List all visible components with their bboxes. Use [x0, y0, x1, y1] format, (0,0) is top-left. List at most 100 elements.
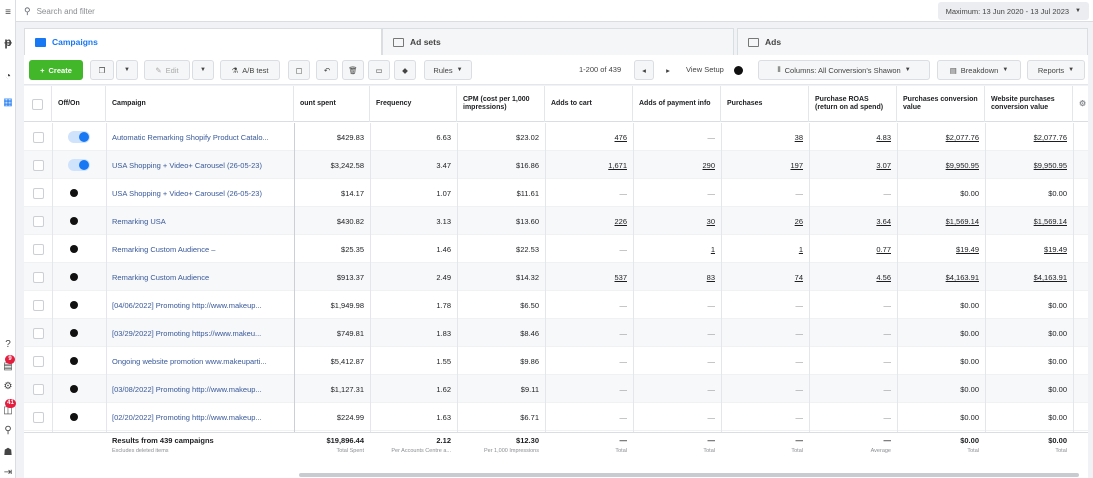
table-row[interactable]: [04/06/2022] Promoting http://www.makeup…	[24, 291, 1088, 319]
row-checkbox-cell[interactable]	[24, 347, 52, 375]
delete-button[interactable]: 🗑	[342, 60, 364, 80]
row-checkbox-cell[interactable]	[24, 263, 52, 291]
campaign-name-link[interactable]: Automatic Remarking Shopify Product Cata…	[106, 123, 294, 151]
campaign-name-link[interactable]: USA Shopping + Video+ Carousel (26-05-23…	[106, 179, 294, 207]
date-range-picker[interactable]: Maximum: 13 Jun 2020 - 13 Jul 2023 ▼	[937, 2, 1089, 20]
preview-button[interactable]: ▭	[368, 60, 390, 80]
checkbox[interactable]	[32, 299, 44, 311]
header-website-purchases-conversion-value[interactable]: Website purchases conversion value	[985, 86, 1073, 122]
campaign-name-link[interactable]: Remarking Custom Audience –	[106, 235, 294, 263]
column-settings-icon[interactable]: ⚙	[1073, 86, 1088, 122]
view-setup-toggle[interactable]	[734, 66, 743, 75]
campaign-on-off-toggle[interactable]	[68, 159, 90, 171]
checkbox[interactable]	[32, 355, 44, 367]
campaign-on-off-toggle[interactable]	[68, 187, 90, 199]
campaign-on-off-toggle[interactable]	[68, 299, 90, 311]
checkbox[interactable]	[32, 271, 44, 283]
ab-test-button[interactable]: ⚗ A/B test	[220, 60, 280, 80]
row-checkbox-cell[interactable]	[24, 375, 52, 403]
settings-icon[interactable]: ⚙	[2, 380, 14, 392]
campaign-on-off-toggle[interactable]	[68, 131, 90, 143]
campaign-on-off-toggle[interactable]	[68, 411, 90, 423]
campaign-name-link[interactable]: [04/06/2022] Promoting http://www.makeup…	[106, 291, 294, 319]
header-amount-spent[interactable]: ount spent	[294, 86, 370, 122]
table-row[interactable]: Remarking USA $430.82 3.13 $13.60 226 30 26 3.6…	[24, 207, 1088, 235]
delete-draft-button[interactable]: ▢	[288, 60, 310, 80]
row-checkbox-cell[interactable]	[24, 151, 52, 179]
menu-icon[interactable]: ≡	[2, 6, 14, 18]
checkbox[interactable]	[32, 98, 43, 110]
checkbox[interactable]	[32, 131, 44, 143]
tab-campaigns[interactable]: Campaigns	[24, 28, 382, 55]
campaign-name-link[interactable]: [03/29/2022] Promoting https://www.makeu…	[106, 319, 294, 347]
header-purchase-roas[interactable]: Purchase ROAS (return on ad spend)	[809, 86, 897, 122]
table-row[interactable]: Remarking Custom Audience – $25.35 1.46 $22…	[24, 235, 1088, 263]
next-page-button[interactable]: ▸	[658, 60, 678, 80]
row-checkbox-cell[interactable]	[24, 123, 52, 151]
header-off-on[interactable]: Off/On	[52, 86, 106, 122]
search-rail-icon[interactable]: ⚲	[2, 424, 14, 436]
table-row[interactable]: [03/29/2022] Promoting https://www.makeu…	[24, 319, 1088, 347]
header-adds-to-cart[interactable]: Adds to cart	[545, 86, 633, 122]
table-row[interactable]: Automatic Remarking Shopify Product Cata…	[24, 123, 1088, 151]
prev-page-button[interactable]: ◂	[634, 60, 654, 80]
row-checkbox-cell[interactable]	[24, 179, 52, 207]
campaign-on-off-toggle[interactable]	[68, 243, 90, 255]
reports-button[interactable]: Reports ▼	[1027, 60, 1085, 80]
table-row[interactable]: USA Shopping + Video+ Carousel (26-05-23…	[24, 179, 1088, 207]
campaign-name-link[interactable]: [03/08/2022] Promoting http://www.makeup…	[106, 375, 294, 403]
table-row[interactable]: [03/08/2022] Promoting http://www.makeup…	[24, 375, 1088, 403]
header-select-all[interactable]	[24, 86, 52, 122]
row-checkbox-cell[interactable]	[24, 207, 52, 235]
table-row[interactable]: Remarking Custom Audience $913.37 2.49 $14.…	[24, 263, 1088, 291]
campaign-name-link[interactable]: Remarking Custom Audience	[106, 263, 294, 291]
checkbox[interactable]	[32, 187, 44, 199]
campaign-on-off-toggle[interactable]	[68, 383, 90, 395]
create-button[interactable]: + Create	[29, 60, 83, 80]
row-checkbox-cell[interactable]	[24, 235, 52, 263]
table-row[interactable]: [02/20/2022] Promoting http://www.makeup…	[24, 403, 1088, 431]
tag-button[interactable]: ◆	[394, 60, 416, 80]
meta-logo-icon[interactable]: ᵽ	[2, 35, 14, 49]
checkbox[interactable]	[32, 243, 44, 255]
tab-ad-sets[interactable]: Ad sets	[382, 28, 734, 55]
checkbox[interactable]	[32, 159, 44, 171]
campaign-name-link[interactable]: USA Shopping + Video+ Carousel (26-05-23…	[106, 151, 294, 179]
table-row[interactable]: USA Shopping + Video+ Carousel (26-05-23…	[24, 151, 1088, 179]
row-checkbox-cell[interactable]	[24, 291, 52, 319]
sidebar-toggle-icon[interactable]: ⇥	[2, 466, 14, 478]
row-checkbox-cell[interactable]	[24, 403, 52, 431]
columns-button[interactable]: ⦀ Columns: All Conversion's Shawon ▼	[758, 60, 930, 80]
header-frequency[interactable]: Frequency	[370, 86, 457, 122]
help-icon[interactable]: ?	[2, 338, 14, 350]
header-cpm[interactable]: CPM (cost per 1,000 impressions)	[457, 86, 545, 122]
table-row[interactable]: Ongoing website promotion www.makeuparti…	[24, 347, 1088, 375]
campaigns-grid-icon[interactable]: ▦	[2, 96, 14, 108]
header-purchases[interactable]: Purchases	[721, 86, 809, 122]
checkbox[interactable]	[32, 215, 44, 227]
campaign-on-off-toggle[interactable]	[68, 327, 90, 339]
edit-button[interactable]: ✎ Edit	[144, 60, 190, 80]
campaign-on-off-toggle[interactable]	[68, 215, 90, 227]
edit-dropdown[interactable]: ▼	[192, 60, 214, 80]
checkbox[interactable]	[32, 411, 44, 423]
horizontal-scrollbar[interactable]	[299, 473, 1079, 477]
row-checkbox-cell[interactable]	[24, 319, 52, 347]
campaign-name-link[interactable]: [02/20/2022] Promoting http://www.makeup…	[106, 403, 294, 431]
search-input[interactable]: ⚲ Search and filter	[24, 3, 914, 19]
rules-button[interactable]: Rules ▼	[424, 60, 472, 80]
header-campaign[interactable]: Campaign	[106, 86, 294, 122]
duplicate-button[interactable]: ❐	[90, 60, 114, 80]
bug-report-icon[interactable]: ☗	[2, 446, 14, 458]
breakdown-button[interactable]: ▤ Breakdown ▼	[937, 60, 1021, 80]
campaign-name-link[interactable]: Ongoing website promotion www.makeuparti…	[106, 347, 294, 375]
campaign-on-off-toggle[interactable]	[68, 355, 90, 367]
dashboard-icon[interactable]: ◔	[2, 70, 14, 82]
campaign-on-off-toggle[interactable]	[68, 271, 90, 283]
header-purchases-conversion-value[interactable]: Purchases conversion value	[897, 86, 985, 122]
undo-button[interactable]: ↶	[316, 60, 338, 80]
checkbox[interactable]	[32, 383, 44, 395]
checkbox[interactable]	[32, 327, 44, 339]
campaign-name-link[interactable]: Remarking USA	[106, 207, 294, 235]
duplicate-dropdown[interactable]: ▼	[116, 60, 138, 80]
